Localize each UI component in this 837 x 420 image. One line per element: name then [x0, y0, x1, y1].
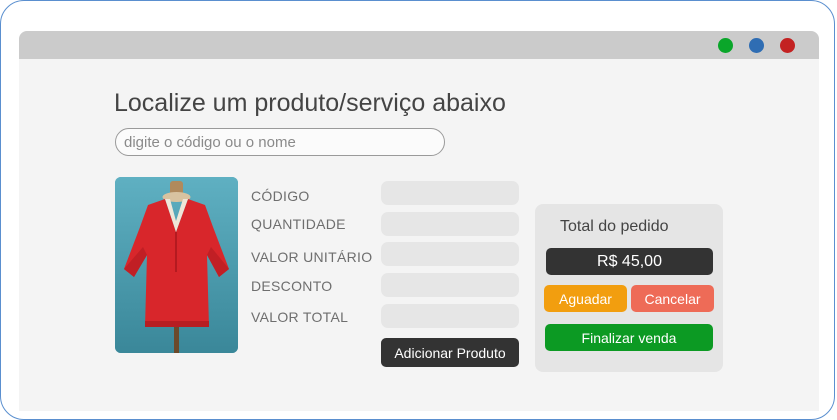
unit-price-field[interactable] [381, 242, 519, 266]
window-green-dot-icon[interactable] [718, 38, 733, 53]
window-blue-dot-icon[interactable] [749, 38, 764, 53]
quantity-label: QUANTIDADE [251, 216, 346, 232]
quantity-field[interactable] [381, 212, 519, 236]
search-input[interactable] [115, 128, 445, 156]
order-total-title: Total do pedido [560, 218, 669, 235]
cancel-button[interactable]: Cancelar [631, 285, 714, 312]
window-titlebar [19, 31, 819, 59]
total-value-label: VALOR TOTAL [251, 309, 349, 325]
code-label: CÓDIGO [251, 188, 310, 204]
finish-sale-button[interactable]: Finalizar venda [545, 324, 713, 351]
order-summary-panel: Total do pedido R$ 45,00 Aguadar Cancela… [535, 204, 723, 372]
red-blouse-on-mannequin-icon [115, 177, 238, 353]
unit-price-label: VALOR UNITÁRIO [251, 249, 373, 265]
product-image [115, 177, 238, 353]
app-window: Localize um produto/serviço abaixo digit… [19, 31, 819, 411]
total-value-field[interactable] [381, 304, 519, 328]
window-red-dot-icon[interactable] [780, 38, 795, 53]
order-total-amount: R$ 45,00 [546, 248, 713, 275]
page-title: Localize um produto/serviço abaixo [114, 89, 506, 117]
wait-button[interactable]: Aguadar [544, 285, 627, 312]
add-product-button[interactable]: Adicionar Produto [381, 338, 519, 367]
discount-field[interactable] [381, 273, 519, 297]
discount-label: DESCONTO [251, 278, 333, 294]
code-field[interactable] [381, 181, 519, 205]
